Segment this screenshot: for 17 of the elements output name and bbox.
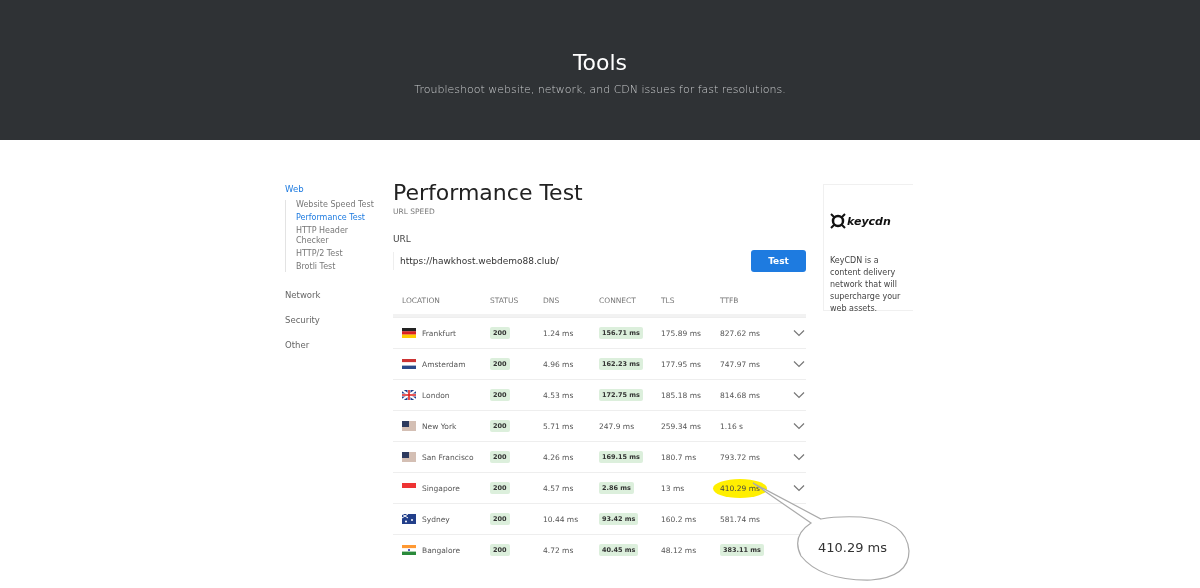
sidebar-group[interactable]: Network: [285, 290, 393, 300]
sidebar-item[interactable]: Website Speed Test: [296, 200, 382, 210]
brand-logo: keycdn: [847, 214, 891, 228]
sidebar-group[interactable]: Other: [285, 340, 393, 350]
sidebar-group[interactable]: Security: [285, 315, 393, 325]
sidebar-item[interactable]: HTTP/2 Test: [296, 249, 382, 259]
sidebar-item[interactable]: Performance Test: [296, 213, 382, 223]
sidebar-item[interactable]: Brotli Test: [296, 262, 382, 272]
callout-text: 410.29 ms: [818, 540, 888, 555]
page-subtitle: Troubleshoot website, network, and CDN issues for fast resolutions.: [414, 83, 786, 96]
test-button[interactable]: Test: [751, 250, 806, 272]
sponsor-text: KeyCDN is a content delivery network that will supercharge your web assets.: [830, 255, 902, 315]
sidebar-item[interactable]: HTTP Header Checker: [296, 226, 382, 246]
url-label: URL: [393, 234, 412, 244]
tool-title: Performance Test: [393, 180, 584, 205]
page-title: Tools: [572, 50, 628, 75]
sidebar-group[interactable]: Web: [285, 184, 393, 194]
